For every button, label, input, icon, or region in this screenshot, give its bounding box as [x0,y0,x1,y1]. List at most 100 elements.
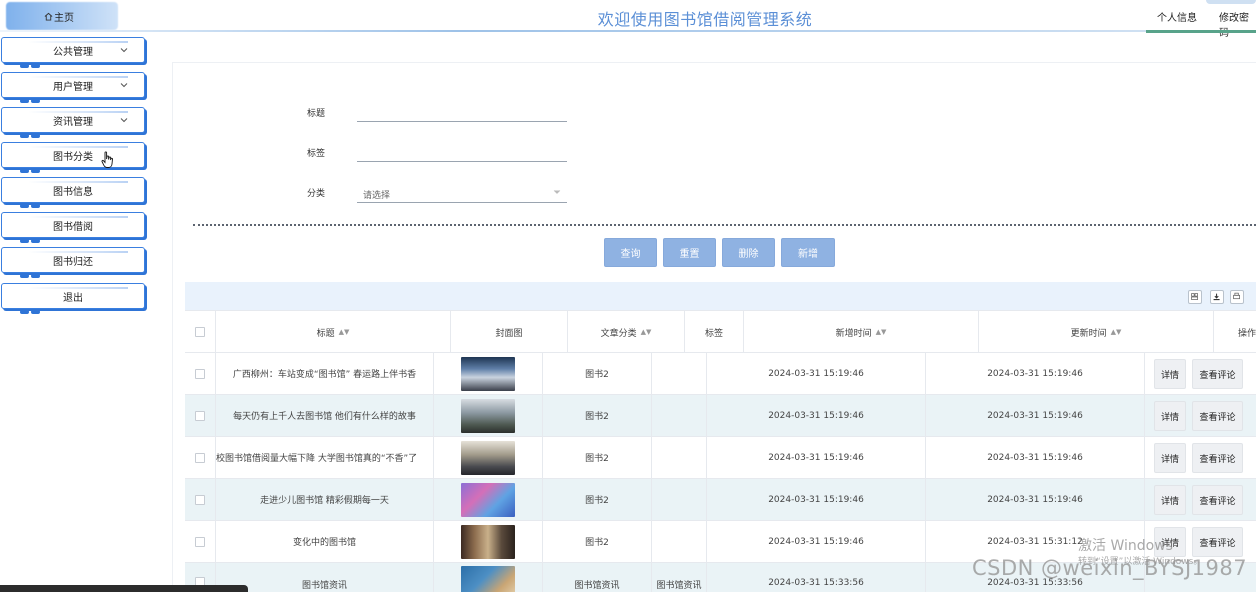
cover-thumbnail [461,566,515,592]
header-decoration [1206,0,1256,4]
menu-decoration [20,235,56,243]
select-all-cell [185,311,216,353]
export-icon[interactable] [1210,290,1224,304]
row-updated: 2024-03-31 15:19:46 [926,479,1145,520]
category-field-label: 分类 [307,189,326,199]
row-title: 走进少儿图书馆 精彩假期每一天 [216,479,434,520]
menu-decoration [20,130,56,138]
tag-input[interactable] [357,142,567,162]
detail-button[interactable]: 详情 [1154,359,1186,389]
view-comments-button[interactable]: 查看评论 [1192,359,1243,389]
row-title: 广西柳州：车站变成“图书馆” 春运路上伴书香 [216,353,434,394]
row-checkbox[interactable] [195,410,205,421]
column-header-actions: 操作 [1214,311,1256,353]
chevron-down-icon [120,83,128,88]
view-comments-button[interactable]: 查看评论 [1192,443,1243,473]
row-category: 图书2 [543,479,652,520]
menu-decoration [20,306,56,314]
row-checkbox[interactable] [195,494,205,505]
sidebar-item-book-return[interactable]: 图书归还 [1,247,145,278]
home-link[interactable]: 主页 [44,9,74,24]
column-title-label: 文章分类 [600,328,637,339]
row-title: 每天仍有上千人去图书馆 他们有什么样的故事 [216,395,434,436]
row-created: 2024-03-31 15:19:46 [707,395,926,436]
cover-thumbnail [461,398,515,433]
row-created: 2024-03-31 15:33:56 [707,563,926,592]
column-header-updated[interactable]: 更新时间 ▲▼ [979,311,1214,353]
cover-thumbnail [461,356,515,391]
sidebar-item-label: 图书借阅 [53,221,93,233]
table-row: 走进少儿图书馆 精彩假期每一天 图书2 2024-03-31 15:19:46 … [185,479,1256,521]
sort-icon: ▲▼ [640,328,652,336]
menu-decoration [20,200,56,208]
add-button[interactable]: 新增 [781,238,835,267]
cover-thumbnail [461,482,515,517]
row-tag [652,521,707,562]
home-label: 主页 [54,13,74,24]
browser-status-bar [0,585,248,592]
column-header-category[interactable]: 文章分类 ▲▼ [568,311,685,353]
row-category: 图书2 [543,353,652,394]
table-toolbar [185,282,1256,310]
columns-icon[interactable] [1188,290,1202,304]
sidebar-item-label: 图书分类 [53,151,93,163]
row-category: 图书2 [543,521,652,562]
sidebar-item-news[interactable]: 资讯管理 [1,107,145,138]
sidebar-item-book-category[interactable]: 图书分类 [1,142,145,173]
detail-button[interactable]: 详情 [1154,485,1186,515]
row-tag: 图书馆资讯 [652,563,707,592]
row-category: 图书2 [543,437,652,478]
table-row: 广西柳州：车站变成“图书馆” 春运路上伴书香 图书2 2024-03-31 15… [185,353,1256,395]
sidebar-item-book-borrow[interactable]: 图书借阅 [1,212,145,243]
row-updated: 2024-03-31 15:19:46 [926,437,1145,478]
menu-decoration [20,95,56,103]
row-tag [652,353,707,394]
title-field-label: 标题 [307,109,326,119]
select-all-checkbox[interactable] [195,327,205,337]
profile-link[interactable]: 个人信息 [1157,9,1197,24]
sidebar-item-label: 退出 [63,292,83,304]
chevron-down-icon [120,48,128,53]
chevron-down-icon [553,190,561,194]
column-title-label: 更新时间 [1070,328,1107,339]
detail-button[interactable]: 详情 [1154,401,1186,431]
delete-button[interactable]: 删除 [722,238,775,267]
view-comments-button[interactable]: 查看评论 [1192,485,1243,515]
cover-thumbnail [461,440,515,475]
activate-windows-watermark: 激活 Windows [1078,538,1173,554]
header-divider [0,30,1146,32]
column-title-label: 封面图 [495,328,523,339]
change-password-link[interactable]: 修改密码 [1219,9,1256,39]
detail-button[interactable]: 详情 [1154,443,1186,473]
row-title: 校图书馆借阅量大幅下降 大学图书馆真的“不香”了 [216,437,434,478]
row-created: 2024-03-31 15:19:46 [707,521,926,562]
header-active-indicator [1146,30,1256,33]
view-comments-button[interactable]: 查看评论 [1192,527,1243,557]
table-row: 每天仍有上千人去图书馆 他们有什么样的故事 图书2 2024-03-31 15:… [185,395,1256,437]
print-icon[interactable] [1230,290,1244,304]
sidebar-item-users[interactable]: 用户管理 [1,72,145,103]
sidebar-item-label: 公共管理 [53,46,93,58]
sidebar-item-logout[interactable]: 退出 [1,283,145,314]
column-header-tag: 标签 [685,311,744,353]
sidebar-item-book-info[interactable]: 图书信息 [1,177,145,208]
reset-button[interactable]: 重置 [663,238,716,267]
page-title: 欢迎使用图书馆借阅管理系统 [597,10,813,29]
sidebar-item-public[interactable]: 公共管理 [1,37,145,68]
row-checkbox[interactable] [195,452,205,463]
sort-icon: ▲▼ [338,328,350,336]
hand-cursor-icon [101,151,113,168]
table-row: 校图书馆借阅量大幅下降 大学图书馆真的“不香”了 图书2 2024-03-31 … [185,437,1256,479]
sort-icon: ▲▼ [875,328,887,336]
row-checkbox[interactable] [195,368,205,379]
row-tag [652,479,707,520]
title-input[interactable] [357,102,567,122]
column-header-title[interactable]: 标题 ▲▼ [216,311,451,353]
column-title-label: 标签 [704,328,723,339]
row-created: 2024-03-31 15:19:46 [707,353,926,394]
view-comments-button[interactable]: 查看评论 [1192,401,1243,431]
row-checkbox[interactable] [195,536,205,547]
column-header-created[interactable]: 新增时间 ▲▼ [744,311,979,353]
section-divider [193,224,1256,226]
query-button[interactable]: 查询 [604,238,657,267]
